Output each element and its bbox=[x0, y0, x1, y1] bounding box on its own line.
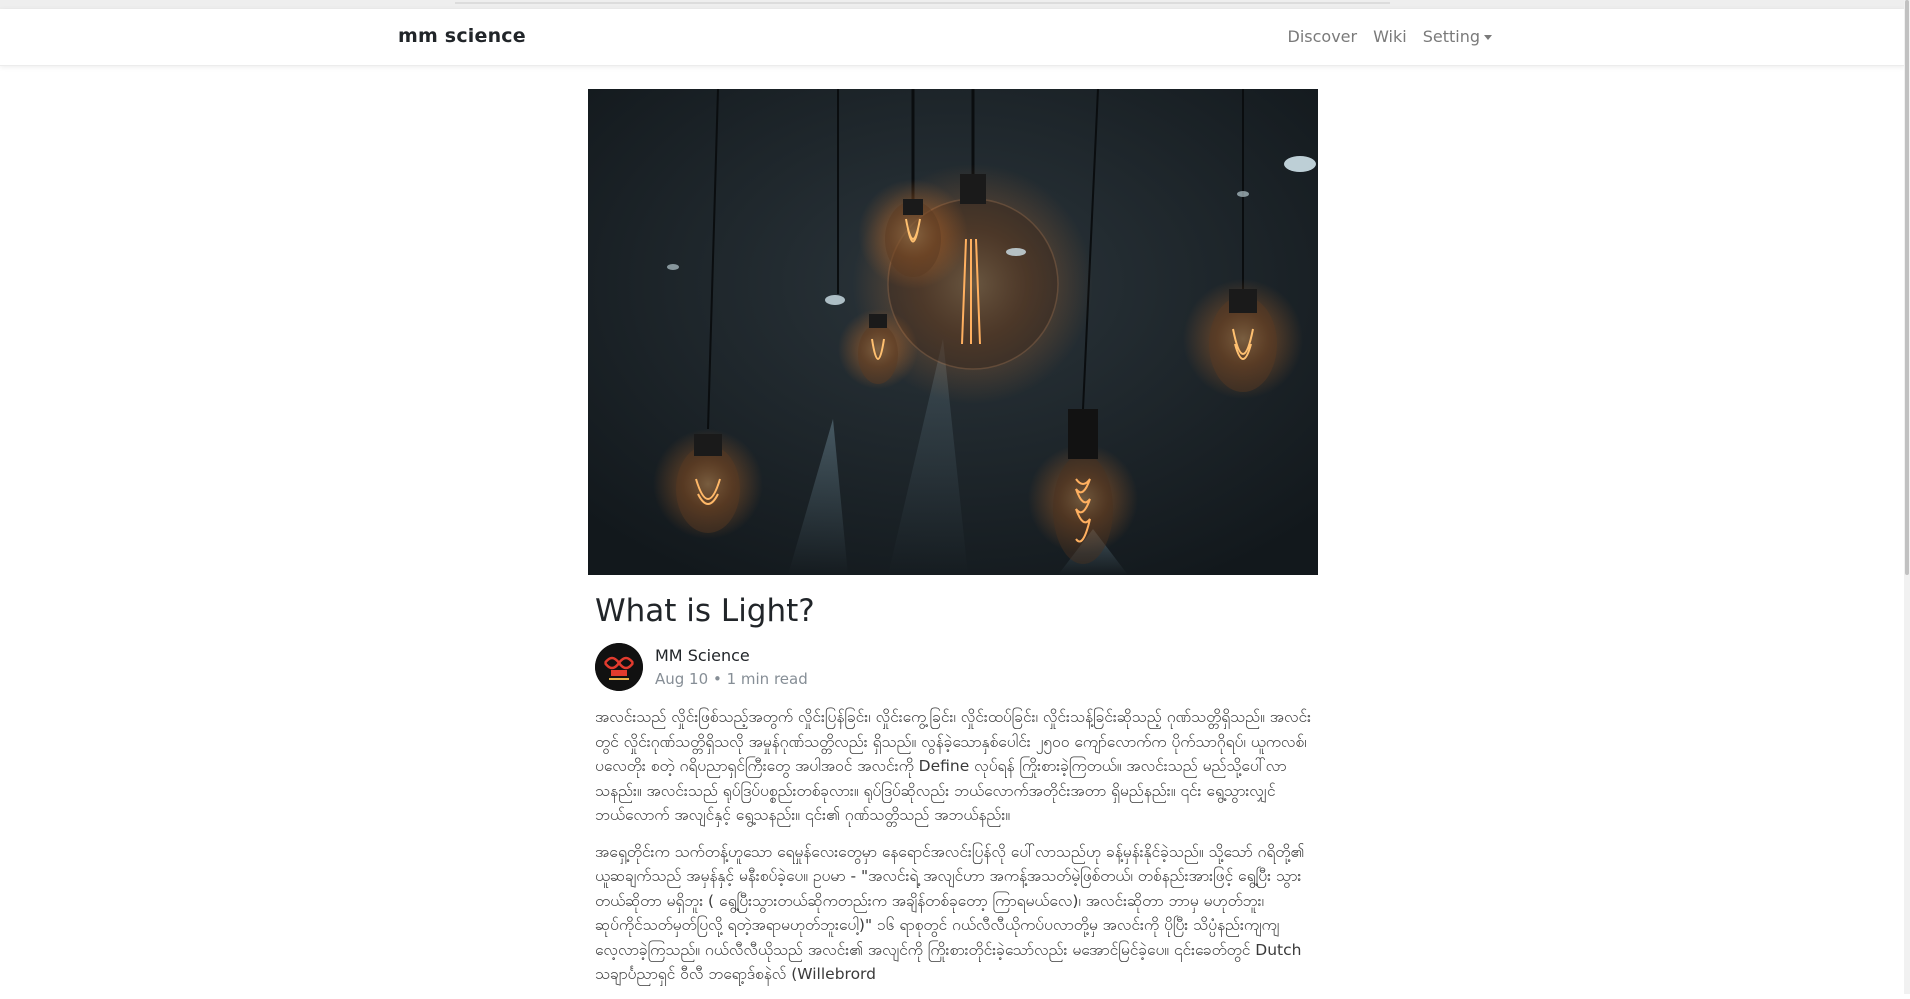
scrollbar-thumb[interactable] bbox=[1905, 0, 1909, 575]
article-paragraph: အရှေ့တိုင်းက သက်တန့်ဟူသော ရေမှုန်လေးတွေမ… bbox=[595, 842, 1305, 984]
nav-links: Discover Wiki Setting bbox=[1280, 27, 1501, 47]
brand-logo-link[interactable]: mm science bbox=[398, 25, 526, 47]
author-row: MM Science Aug 10 • 1 min read bbox=[595, 643, 1315, 697]
caret-down-icon bbox=[1484, 35, 1492, 40]
hero-image bbox=[588, 89, 1318, 575]
navbar: mm science Discover Wiki Setting bbox=[0, 9, 1905, 66]
article-paragraph: အလင်းသည် လှိုင်းဖြစ်သည့်အတွက် လှိုင်းပြန… bbox=[595, 708, 1312, 824]
top-progress-strip bbox=[0, 0, 1910, 9]
light-bulbs-illustration bbox=[588, 89, 1318, 575]
nav-dropdown-setting[interactable]: Setting bbox=[1415, 27, 1500, 47]
vertical-scrollbar[interactable] bbox=[1904, 0, 1910, 994]
read-time: 1 min read bbox=[726, 670, 808, 688]
article: What is Light? MM Science Aug 10 • 1 min… bbox=[595, 585, 1315, 999]
nav-link-wiki[interactable]: Wiki bbox=[1365, 27, 1415, 47]
avatar[interactable] bbox=[595, 643, 643, 691]
article-meta: Aug 10 • 1 min read bbox=[655, 670, 808, 688]
publish-date: Aug 10 bbox=[655, 670, 709, 688]
setting-label: Setting bbox=[1422, 27, 1480, 46]
author-name[interactable]: MM Science bbox=[655, 646, 750, 665]
loading-progress-bar bbox=[455, 2, 1390, 4]
article-title: What is Light? bbox=[595, 593, 815, 629]
mm-science-logo-icon bbox=[595, 643, 643, 691]
nav-link-discover[interactable]: Discover bbox=[1280, 27, 1366, 47]
meta-separator: • bbox=[712, 670, 722, 688]
